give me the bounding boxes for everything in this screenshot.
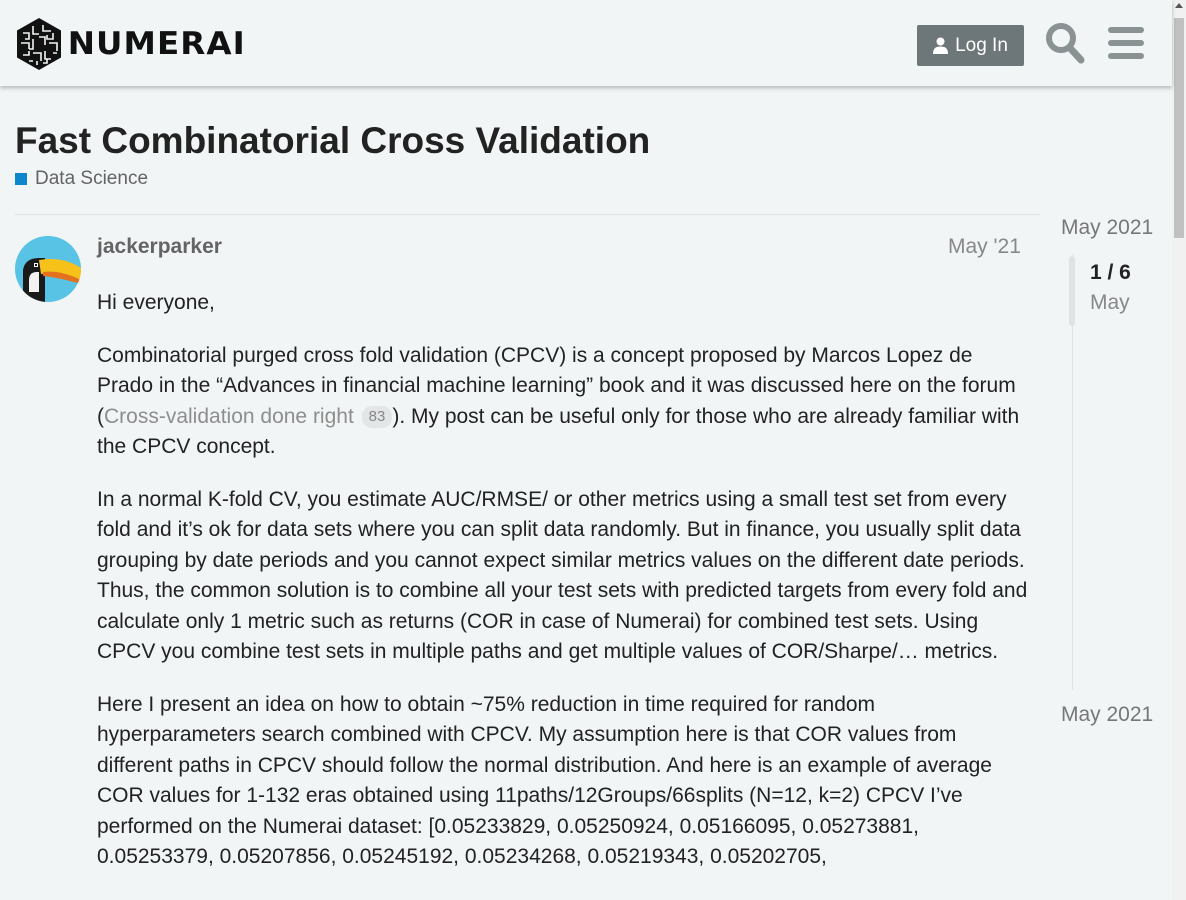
- timeline-current-month: May: [1090, 291, 1130, 314]
- cross-validation-link[interactable]: Cross-validation done right: [104, 405, 354, 428]
- search-icon[interactable]: [1045, 22, 1085, 64]
- scroll-up-arrow-icon[interactable]: [1175, 3, 1183, 8]
- hamburger-menu-icon[interactable]: [1108, 26, 1144, 60]
- post-paragraph-3: Here I present an idea on how to obtain …: [97, 692, 992, 868]
- site-header: NUMERAI Log In: [0, 0, 1172, 86]
- post-date[interactable]: May '21: [948, 235, 1021, 259]
- timeline-start-date[interactable]: May 2021: [1061, 216, 1153, 240]
- post-greeting: Hi everyone,: [97, 291, 215, 314]
- link-click-count: 83: [361, 405, 393, 428]
- timeline-handle[interactable]: [1069, 256, 1075, 326]
- avatar[interactable]: [15, 236, 81, 302]
- toucan-avatar-icon: [15, 236, 81, 302]
- site-logo[interactable]: NUMERAI: [15, 17, 245, 71]
- topic-divider: [15, 214, 1040, 215]
- post-paragraph-1: Combinatorial purged cross fold validati…: [97, 341, 1032, 463]
- category-label: Data Science: [35, 168, 149, 189]
- post-body: Hi everyone, Combinatorial purged cross …: [97, 288, 1032, 895]
- scrollbar-thumb[interactable]: [1174, 18, 1184, 238]
- login-label: Log In: [955, 34, 1008, 56]
- post-username[interactable]: jackerparker: [97, 235, 222, 259]
- post-paragraph-2: In a normal K-fold CV, you estimate AUC/…: [97, 488, 1028, 664]
- category-link[interactable]: Data Science: [15, 168, 148, 190]
- brand-name: NUMERAI: [67, 26, 246, 62]
- timeline-end-date[interactable]: May 2021: [1061, 703, 1153, 727]
- category-badge: [15, 173, 27, 185]
- timeline-position: 1 / 6: [1090, 261, 1131, 284]
- topic-title[interactable]: Fast Combinatorial Cross Validation: [15, 120, 650, 162]
- user-icon: [933, 37, 949, 54]
- login-button[interactable]: Log In: [917, 25, 1024, 66]
- numerai-logo-icon: [17, 18, 61, 70]
